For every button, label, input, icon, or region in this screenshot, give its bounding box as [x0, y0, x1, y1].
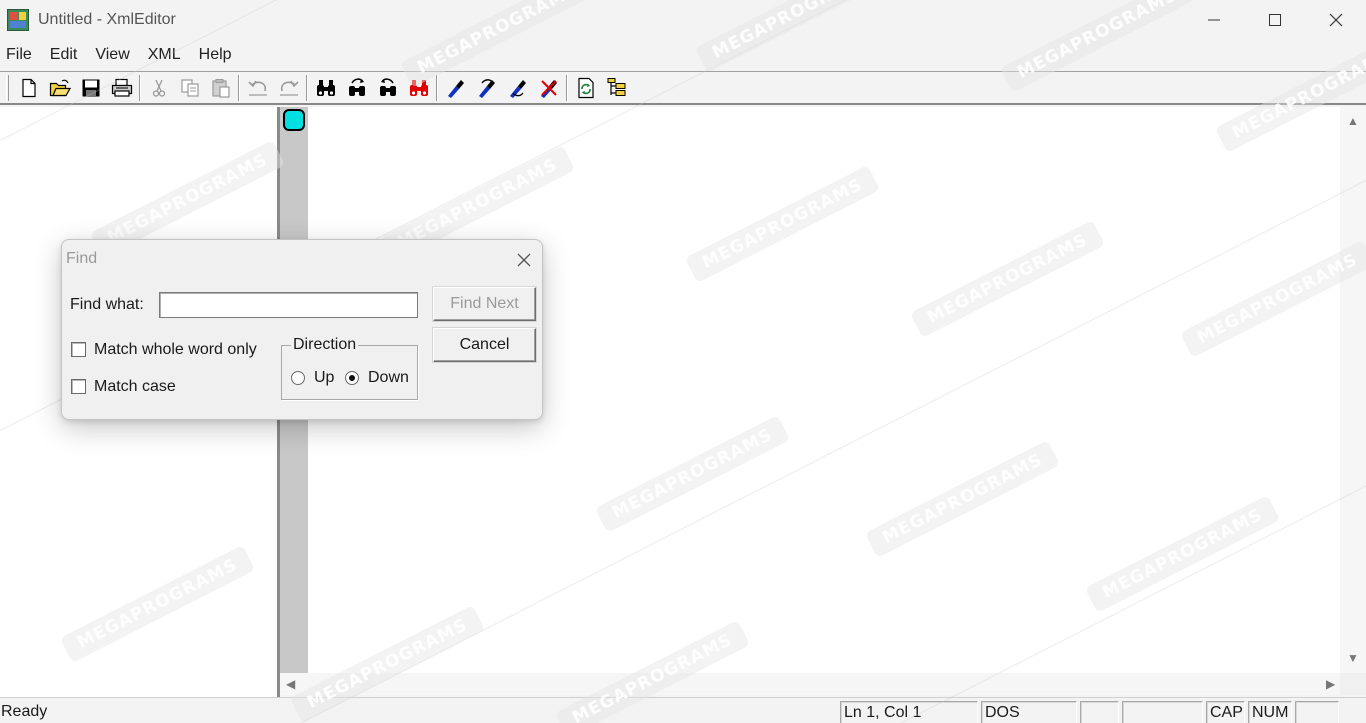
redo-icon — [279, 80, 299, 96]
menu-file[interactable]: File — [6, 46, 32, 64]
find-prev-icon — [379, 77, 396, 96]
next-bookmark-button[interactable] — [471, 74, 502, 102]
toolbar — [0, 71, 1366, 105]
match-case-label[interactable]: Match case — [94, 378, 176, 396]
toolbar-separator — [238, 74, 240, 101]
validate-button[interactable] — [570, 74, 601, 102]
copy-icon — [180, 78, 199, 97]
status-empty-pane — [1295, 701, 1339, 723]
clear-bookmarks-button[interactable] — [533, 74, 564, 102]
toolbar-separator — [139, 74, 141, 101]
scroll-down-icon[interactable]: ▼ — [1347, 652, 1359, 664]
close-icon — [517, 253, 531, 267]
find-button[interactable] — [310, 74, 341, 102]
copy-button[interactable] — [174, 74, 205, 102]
print-button[interactable] — [106, 74, 137, 102]
undo-icon — [247, 80, 267, 96]
menu-xml[interactable]: XML — [148, 46, 181, 64]
toolbar-grip[interactable] — [6, 74, 9, 101]
save-icon — [82, 79, 99, 96]
replace-icon — [409, 79, 428, 96]
scroll-up-icon[interactable]: ▲ — [1347, 115, 1359, 127]
find-what-label: Find what: — [70, 296, 144, 313]
status-num: NUM — [1248, 701, 1292, 723]
toolbar-separator — [306, 74, 308, 101]
window-controls — [1183, 0, 1366, 40]
print-icon — [111, 78, 132, 97]
status-bar: Ready Ln 1, Col 1 DOS CAP NUM — [0, 697, 1366, 723]
status-caps: CAP — [1206, 701, 1245, 723]
scroll-left-icon[interactable]: ◀ — [286, 678, 295, 690]
validate-icon — [577, 77, 594, 98]
toolbar-separator — [436, 74, 438, 101]
find-next-button[interactable]: Find Next — [433, 287, 536, 321]
cancel-button[interactable]: Cancel — [433, 328, 536, 362]
find-icon — [316, 79, 335, 96]
menu-bar: File Edit View XML Help — [0, 41, 1366, 69]
prev-bookmark-icon — [509, 79, 526, 98]
close-button[interactable] — [1305, 0, 1366, 40]
prev-bookmark-button[interactable] — [502, 74, 533, 102]
direction-down-label[interactable]: Down — [368, 369, 409, 387]
status-empty-pane — [1122, 701, 1203, 723]
window-title: Untitled - XmlEditor — [38, 11, 176, 28]
menu-help[interactable]: Help — [199, 46, 232, 64]
scroll-right-icon[interactable]: ▶ — [1326, 678, 1335, 690]
save-button[interactable] — [75, 74, 106, 102]
new-icon — [21, 78, 36, 97]
scrollbar-corner — [1340, 673, 1366, 695]
title-bar: Untitled - XmlEditor — [0, 0, 1366, 40]
xml-tree-button[interactable] — [601, 74, 632, 102]
toggle-bookmark-button[interactable] — [440, 74, 471, 102]
next-bookmark-icon — [478, 78, 495, 98]
open-icon — [49, 79, 71, 96]
bookmark-icon — [447, 79, 464, 98]
vertical-scrollbar[interactable]: ▲ ▼ — [1340, 107, 1366, 673]
match-case-checkbox[interactable] — [71, 379, 86, 394]
status-line-endings: DOS — [981, 701, 1077, 723]
dialog-close-button[interactable] — [512, 248, 536, 272]
paste-icon — [211, 78, 230, 98]
new-button[interactable] — [13, 74, 44, 102]
find-what-input[interactable] — [159, 292, 418, 318]
cut-icon — [152, 79, 165, 97]
match-whole-word-checkbox[interactable] — [71, 342, 86, 357]
status-position: Ln 1, Col 1 — [840, 701, 978, 723]
direction-label: Direction — [291, 336, 359, 354]
maximize-button[interactable] — [1244, 0, 1305, 40]
status-message: Ready — [1, 703, 48, 720]
redo-button[interactable] — [273, 74, 304, 102]
minimize-icon — [1207, 19, 1220, 21]
direction-up-label[interactable]: Up — [314, 369, 334, 387]
toolbar-separator — [566, 74, 568, 101]
clear-bookmarks-icon — [540, 79, 557, 98]
maximize-icon — [1268, 14, 1281, 26]
current-line-marker — [283, 109, 305, 131]
find-prev-button[interactable] — [372, 74, 403, 102]
app-icon[interactable] — [7, 9, 29, 31]
replace-button[interactable] — [403, 74, 434, 102]
direction-down-radio[interactable] — [345, 371, 359, 385]
minimize-button[interactable] — [1183, 0, 1244, 40]
find-next-button[interactable] — [341, 74, 372, 102]
dialog-title: Find — [66, 250, 98, 267]
find-dialog: Find Find what: Find Next Cancel Match w… — [61, 239, 543, 420]
open-button[interactable] — [44, 74, 75, 102]
menu-edit[interactable]: Edit — [50, 46, 78, 64]
close-icon — [1329, 13, 1342, 27]
undo-button[interactable] — [242, 74, 273, 102]
find-next-icon — [348, 77, 365, 96]
status-empty-pane — [1080, 701, 1119, 723]
horizontal-scrollbar[interactable]: ◀ ▶ — [280, 673, 1340, 695]
tree-icon — [607, 77, 625, 96]
match-whole-word-label[interactable]: Match whole word only — [94, 341, 257, 359]
menu-view[interactable]: View — [95, 46, 129, 64]
cut-button[interactable] — [143, 74, 174, 102]
direction-up-radio[interactable] — [291, 371, 305, 385]
paste-button[interactable] — [205, 74, 236, 102]
